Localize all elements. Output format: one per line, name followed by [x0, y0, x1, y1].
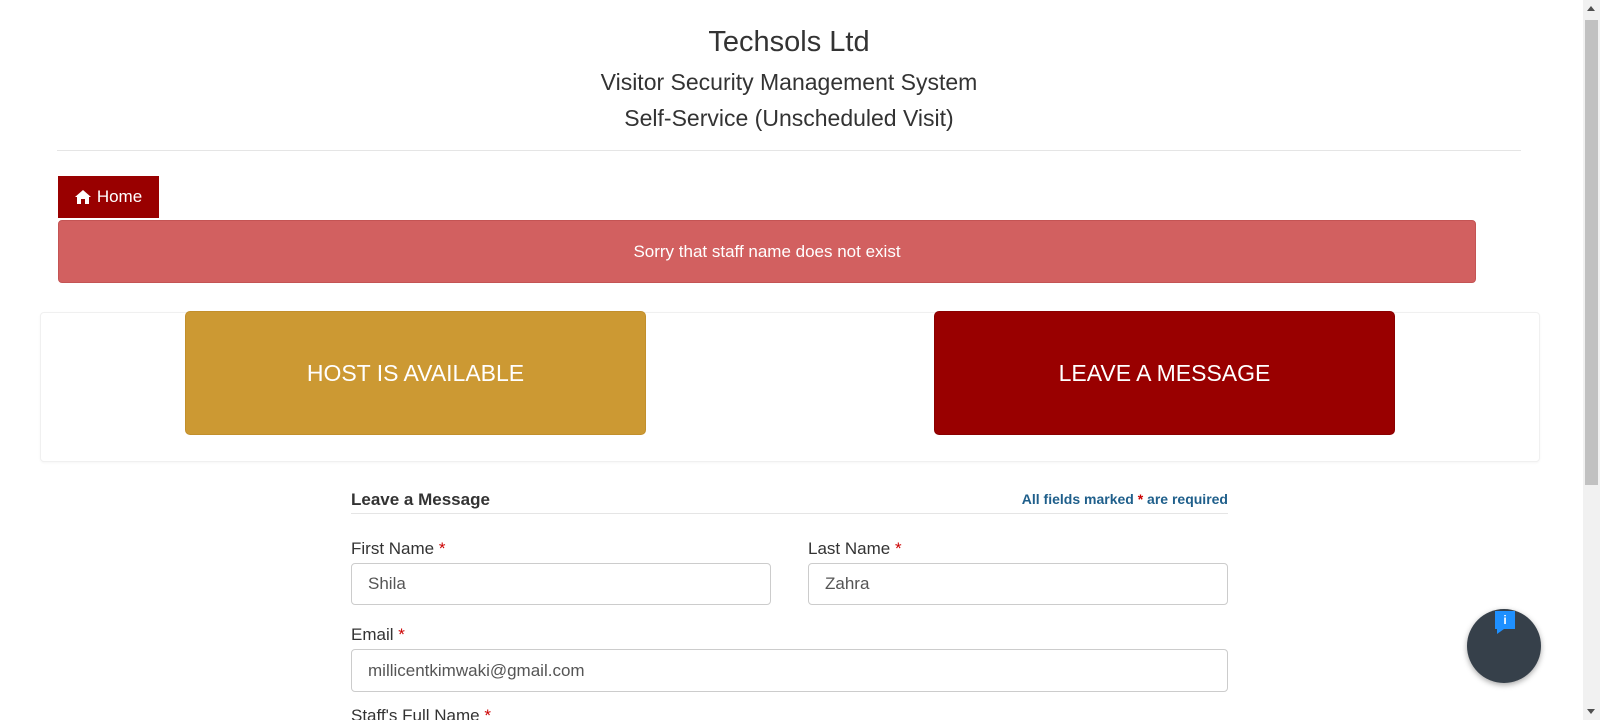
home-button[interactable]: Home: [58, 176, 159, 218]
vertical-scrollbar[interactable]: [1583, 0, 1600, 720]
info-chat-icon: i: [1495, 611, 1515, 634]
chat-badge-text: i: [1503, 613, 1506, 627]
leave-message-button[interactable]: LEAVE A MESSAGE: [934, 311, 1395, 435]
scroll-down-arrow[interactable]: [1587, 709, 1595, 714]
first-name-input[interactable]: [351, 563, 771, 605]
home-icon: [74, 190, 91, 204]
required-note: All fields marked * are required: [1022, 491, 1228, 507]
staff-name-label: Staff's Full Name *: [351, 706, 491, 720]
last-name-label-text: Last Name: [808, 539, 891, 558]
error-alert-message: Sorry that staff name does not exist: [633, 241, 901, 261]
form-header: Leave a Message All fields marked * are …: [351, 486, 1228, 514]
scroll-up-arrow[interactable]: [1587, 6, 1595, 11]
first-name-label: First Name *: [351, 539, 445, 559]
last-name-label: Last Name *: [808, 539, 902, 559]
email-label-text: Email: [351, 625, 394, 644]
email-input[interactable]: [351, 649, 1228, 692]
first-name-label-text: First Name: [351, 539, 435, 558]
mode-title: Self-Service (Unscheduled Visit): [624, 105, 954, 131]
page-header: Techsols Ltd Visitor Security Management…: [57, 0, 1521, 151]
email-label: Email *: [351, 625, 405, 645]
last-name-input[interactable]: [808, 563, 1228, 605]
host-available-button[interactable]: HOST IS AVAILABLE: [185, 311, 646, 435]
error-alert: Sorry that staff name does not exist: [58, 220, 1476, 283]
form-title: Leave a Message: [351, 490, 490, 509]
system-title: Visitor Security Management System: [600, 69, 978, 95]
host-available-label: HOST IS AVAILABLE: [306, 359, 525, 386]
company-title: Techsols Ltd: [708, 26, 870, 58]
required-note-suffix: are required: [1143, 491, 1228, 507]
staff-name-required-star: *: [484, 706, 491, 720]
staff-name-label-text: Staff's Full Name: [351, 706, 480, 720]
required-note-prefix: All fields marked: [1021, 491, 1138, 507]
email-required-star: *: [398, 625, 405, 644]
chat-widget-button[interactable]: i: [1467, 609, 1541, 683]
page: Techsols Ltd Visitor Security Management…: [0, 0, 1600, 720]
leave-message-label: LEAVE A MESSAGE: [1058, 359, 1271, 386]
first-name-required-star: *: [438, 539, 446, 558]
last-name-required-star: *: [894, 539, 902, 558]
scroll-thumb[interactable]: [1585, 20, 1598, 485]
home-button-label: Home: [96, 187, 143, 206]
